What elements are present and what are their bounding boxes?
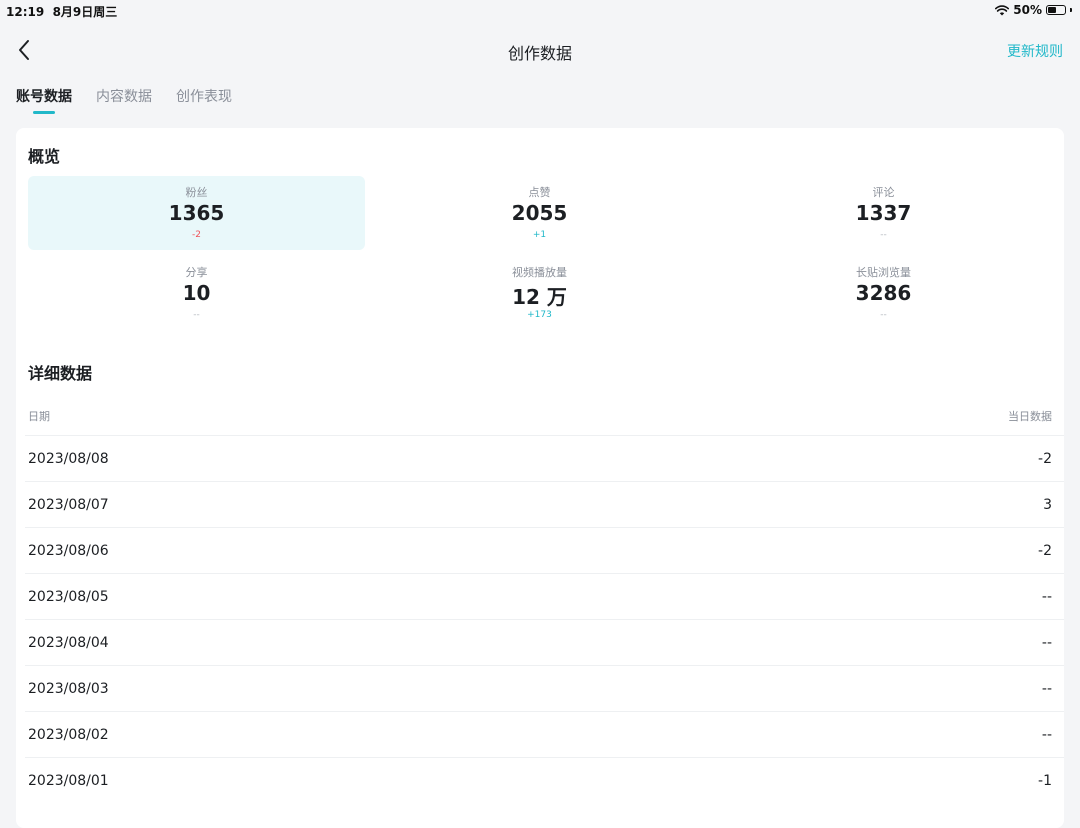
stat-value: 1337 — [855, 201, 912, 225]
stat-value: 10 — [182, 281, 211, 305]
stat-label: 长贴浏览量 — [856, 266, 911, 279]
table-row: 2023/08/05 -- — [25, 573, 1064, 619]
row-value: -- — [1041, 727, 1052, 743]
detail-table: 2023/08/08 -2 2023/08/07 3 2023/08/06 -2 20… — [25, 435, 1064, 803]
table-row: 2023/08/02 -- — [25, 711, 1064, 757]
table-row: 2023/08/01 -1 — [25, 757, 1064, 803]
status-right: 50% — [995, 3, 1072, 17]
nav-bar: 创作数据 更新规则 — [0, 30, 1080, 70]
overview-title: 概览 — [28, 147, 61, 166]
stat-value: 12 万 — [512, 285, 567, 309]
battery-icon — [1046, 5, 1066, 15]
row-value: 3 — [1043, 497, 1052, 513]
battery-nub — [1070, 8, 1072, 12]
stat-delta: -- — [193, 310, 200, 320]
column-value-header: 当日数据 — [1008, 410, 1052, 423]
stat-post-views[interactable]: 长贴浏览量 3286 -- — [715, 256, 1052, 330]
table-header: 日期 当日数据 — [28, 408, 1052, 428]
status-date: 8月9日周三 — [52, 5, 118, 19]
table-row: 2023/08/08 -2 — [25, 435, 1064, 481]
row-date: 2023/08/05 — [28, 589, 109, 605]
stat-delta: -2 — [192, 230, 201, 240]
row-value: -- — [1041, 681, 1052, 697]
row-date: 2023/08/02 — [28, 727, 109, 743]
stat-value: 1365 — [168, 201, 225, 225]
stat-value: 3286 — [855, 281, 912, 305]
table-row: 2023/08/06 -2 — [25, 527, 1064, 573]
page-title: 创作数据 — [507, 44, 572, 63]
stat-label: 粉丝 — [185, 186, 208, 199]
column-date-header: 日期 — [28, 410, 50, 423]
stat-label: 视频播放量 — [512, 266, 567, 279]
row-date: 2023/08/08 — [28, 451, 109, 467]
wifi-icon — [995, 4, 1010, 15]
table-row: 2023/08/03 -- — [25, 665, 1064, 711]
stat-label: 评论 — [872, 186, 895, 199]
stat-label: 分享 — [185, 266, 208, 279]
data-card: 概览 粉丝 1365 -2 点赞 2055 +1 评论 1337 -- 分享 1… — [16, 128, 1064, 828]
tab-account-data[interactable]: 账号数据 — [16, 86, 72, 114]
row-value: -1 — [1038, 773, 1052, 789]
detail-title: 详细数据 — [28, 364, 93, 383]
status-time: 12:19 8月9日周三 — [6, 3, 117, 20]
stat-followers[interactable]: 粉丝 1365 -2 — [28, 176, 365, 250]
row-date: 2023/08/04 — [28, 635, 109, 651]
tab-creation-performance[interactable]: 创作表现 — [176, 86, 232, 114]
stat-delta: +1 — [532, 230, 547, 240]
stat-likes[interactable]: 点赞 2055 +1 — [371, 176, 708, 250]
stat-label: 点赞 — [528, 186, 551, 199]
status-clock: 12:19 — [6, 5, 45, 19]
stat-shares[interactable]: 分享 10 -- — [28, 256, 365, 330]
row-value: -- — [1041, 589, 1052, 605]
status-bar: 12:19 8月9日周三 50% — [0, 0, 1080, 20]
stat-delta: -- — [880, 310, 887, 320]
row-date: 2023/08/06 — [28, 543, 109, 559]
stat-video-views[interactable]: 视频播放量 12 万 +173 — [371, 256, 708, 330]
row-date: 2023/08/07 — [28, 497, 109, 513]
battery-percent: 50% — [1013, 3, 1042, 17]
row-value: -2 — [1038, 451, 1052, 467]
tab-bar: 账号数据 内容数据 创作表现 — [16, 86, 232, 114]
row-value: -- — [1041, 635, 1052, 651]
stat-value: 2055 — [511, 201, 568, 225]
table-row: 2023/08/07 3 — [25, 481, 1064, 527]
table-row: 2023/08/04 -- — [25, 619, 1064, 665]
battery-fill — [1048, 7, 1056, 13]
stat-comments[interactable]: 评论 1337 -- — [715, 176, 1052, 250]
row-date: 2023/08/03 — [28, 681, 109, 697]
tab-content-data[interactable]: 内容数据 — [96, 86, 152, 114]
stat-delta: +173 — [527, 310, 552, 320]
update-rules-link[interactable]: 更新规则 — [1007, 41, 1063, 61]
row-value: -2 — [1038, 543, 1052, 559]
row-date: 2023/08/01 — [28, 773, 109, 789]
stat-delta: -- — [880, 230, 887, 240]
